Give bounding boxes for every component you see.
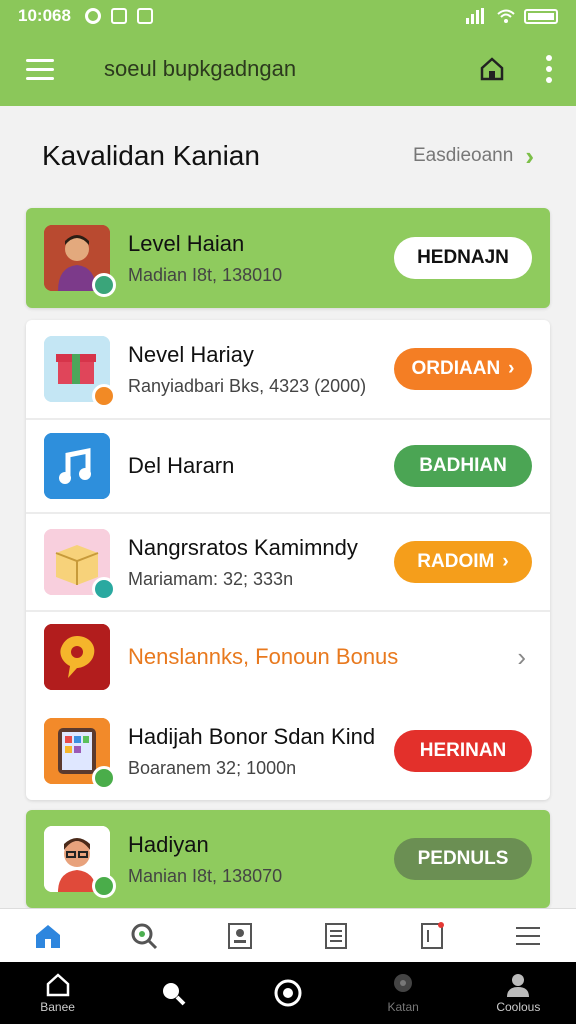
reward-card-1: Level Haian Madian I8t, 138010 HEDNAJN (26, 208, 550, 308)
signal-icon (466, 8, 484, 24)
list-item[interactable]: Nenslannks, Fonoun Bonus › (26, 610, 550, 702)
see-all-link[interactable]: Easdieoann › (413, 141, 534, 172)
list-item[interactable]: Hadiyan Manian I8t, 138070 PEDNULS (26, 810, 550, 908)
chevron-right-icon: › (525, 140, 534, 171)
tab-notes[interactable] (414, 918, 450, 954)
chat-bubble-icon (44, 624, 110, 690)
tab-profile-card[interactable] (222, 918, 258, 954)
app-title: soeul bupkgadngan (104, 56, 297, 81)
home-button[interactable] (476, 53, 508, 85)
item-title: Level Haian (128, 230, 245, 256)
battery-icon (524, 8, 558, 24)
chevron-right-icon: › (502, 551, 509, 572)
list-item[interactable]: Level Haian Madian I8t, 138010 HEDNAJN (26, 208, 550, 308)
tablet-apps-icon (44, 718, 116, 790)
section-title: Kavalidan Kanian (42, 140, 260, 171)
nav-search[interactable] (133, 979, 213, 1007)
list-item[interactable]: Del Hararn BADHIAN (26, 418, 550, 512)
home-icon (36, 924, 60, 948)
claim-button[interactable]: BADHIAN (394, 445, 532, 487)
search-icon (162, 983, 186, 1006)
package-box-icon (44, 529, 116, 601)
badge-icon (92, 874, 116, 898)
pin-icon (394, 974, 413, 992)
see-all-label: Easdieoann (412, 145, 514, 166)
chevron-right-icon[interactable]: › (517, 642, 532, 673)
item-subtitle: Mariamam: 32; 333n (128, 568, 294, 589)
bottom-nav: Banee Katan Coolous (0, 962, 576, 1024)
list-item[interactable]: Hadijah Bonor Sdan Kind Boaranem 32; 100… (26, 702, 550, 800)
item-subtitle: Boaranem 32; 1000n (128, 757, 297, 778)
more-options-icon[interactable] (544, 55, 554, 83)
section-header: Kavalidan Kanian Easdieoann › (0, 106, 576, 206)
circle-icon (274, 979, 302, 1007)
reward-card-2: Hadiyan Manian I8t, 138070 PEDNULS (26, 810, 550, 908)
nav-home[interactable]: Banee (18, 972, 98, 1014)
item-title: Hadijah Bonor Sdan Kind (128, 723, 376, 749)
notes-icon (421, 921, 444, 949)
avatar-man-icon (44, 225, 116, 297)
item-title: Nevel Hariay (128, 341, 254, 367)
claim-button[interactable]: HEDNAJN (394, 237, 532, 279)
tab-home[interactable] (30, 918, 66, 954)
item-title: Hadiyan (128, 831, 209, 857)
claim-button[interactable]: HERINAN (394, 730, 532, 772)
wifi-icon (497, 9, 515, 23)
tab-document[interactable] (318, 918, 354, 954)
gift-box-icon (44, 336, 116, 408)
badge-icon (92, 273, 116, 297)
item-subtitle: Madian I8t, 138010 (128, 264, 283, 285)
menu-icon[interactable] (26, 58, 54, 80)
item-subtitle: Ranyiadbari Bks, 4323 (2000) (128, 375, 367, 396)
list-item[interactable]: Nevel Hariay Ranyiadbari Bks, 4323 (2000… (26, 320, 550, 418)
button-label: ORDIAAN (411, 358, 501, 379)
tab-search[interactable] (126, 918, 162, 954)
item-title: Nenslannks, Fonoun Bonus (128, 644, 399, 669)
app-bar: soeul bupkgadngan (0, 32, 576, 106)
reward-list-card: Nevel Hariay Ranyiadbari Bks, 4323 (2000… (26, 320, 550, 800)
nav-label: Banee (40, 1000, 75, 1014)
tab-menu[interactable] (510, 918, 546, 954)
claim-button[interactable]: ORDIAAN › (394, 348, 532, 390)
claim-button[interactable]: PEDNULS (394, 838, 532, 880)
item-title: Nangrsratos Kamimndy (128, 534, 358, 560)
item-title: Del Hararn (128, 453, 235, 478)
status-time: 10:068 (18, 6, 71, 25)
document-icon (325, 922, 347, 949)
notification-icon (84, 8, 101, 24)
id-card-icon (228, 922, 252, 949)
badge-icon (92, 577, 116, 601)
photo-icon (136, 8, 153, 24)
item-subtitle: Manian I8t, 138070 (128, 865, 283, 886)
menu-lines-icon (516, 926, 540, 945)
chevron-right-icon: › (508, 358, 515, 379)
claim-button[interactable]: RADOIM › (394, 541, 532, 583)
music-note-icon (44, 433, 110, 499)
profile-icon (507, 974, 530, 997)
list-item[interactable]: Nangrsratos Kamimndy Mariamam: 32; 333n … (26, 512, 550, 610)
nav-location[interactable]: Katan (363, 972, 443, 1014)
search-icon (131, 923, 158, 949)
nav-center[interactable] (248, 978, 328, 1008)
badge-icon (92, 766, 116, 790)
nav-label: Coolous (496, 1000, 541, 1014)
home-outline-icon (480, 57, 504, 81)
badge-icon (92, 384, 116, 408)
tab-bar (0, 908, 576, 962)
status-bar: 10:068 (0, 0, 576, 32)
image-icon (110, 8, 127, 24)
avatar-glasses-icon (44, 826, 116, 898)
home-icon (46, 973, 69, 997)
nav-profile[interactable]: Coolous (478, 972, 558, 1014)
button-label: RADOIM (417, 551, 495, 572)
nav-label: Katan (387, 1000, 419, 1014)
